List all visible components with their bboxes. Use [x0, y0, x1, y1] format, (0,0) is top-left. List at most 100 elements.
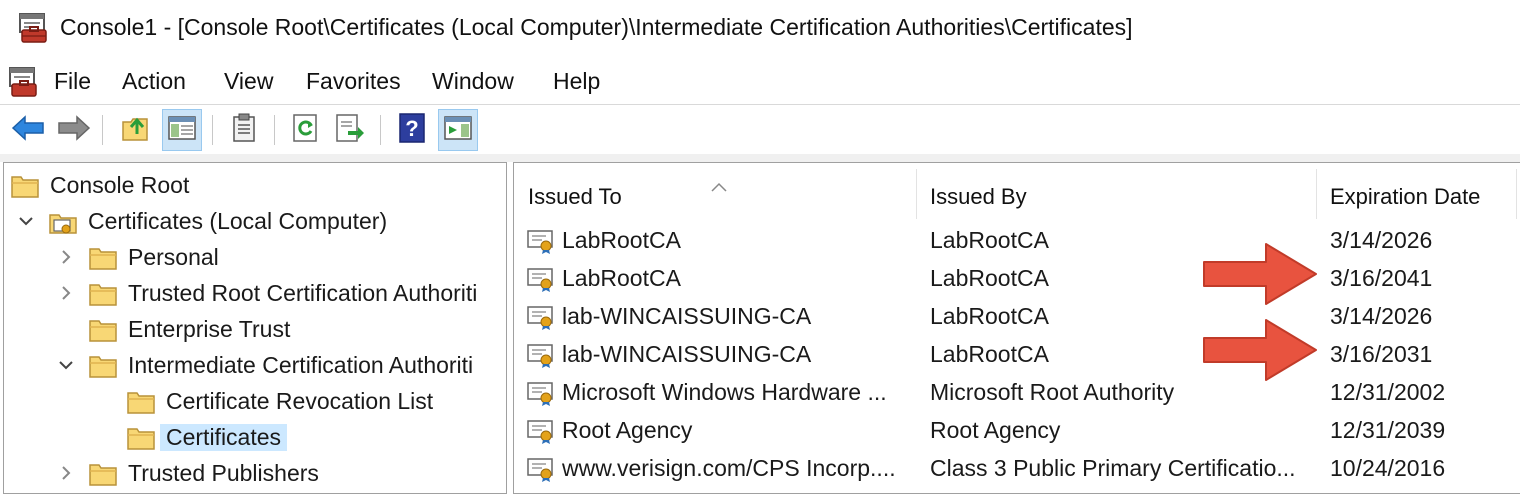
- tree-node[interactable]: Trusted Root Certification Authoriti: [4, 275, 504, 311]
- console-tree[interactable]: Console Root Certificates (Local Computer…: [3, 162, 507, 494]
- chevron-right-icon[interactable]: [56, 463, 76, 483]
- menu-view[interactable]: View: [224, 68, 273, 95]
- column-header-label: Issued By: [930, 184, 1027, 209]
- window-title: Console1 - [Console Root\Certificates (L…: [60, 14, 1133, 40]
- cell-issued-to: LabRootCA: [562, 265, 681, 291]
- certificate-row[interactable]: LabRootCA LabRootCA 3/16/2041: [514, 259, 1520, 297]
- annotation-arrow: [1203, 319, 1317, 381]
- cell-expiration-date: 3/14/2026: [1330, 227, 1433, 253]
- export-button[interactable]: [330, 109, 370, 151]
- toolbar-separator: [212, 115, 213, 145]
- folder-icon: [126, 425, 156, 457]
- tree-node[interactable]: Certificates (Local Computer): [4, 203, 504, 239]
- help-button[interactable]: ?: [392, 109, 432, 151]
- export-list-button[interactable]: [224, 109, 264, 151]
- refresh-button[interactable]: [286, 109, 326, 151]
- toolbar-separator: [274, 115, 275, 145]
- sort-ascending-icon: [710, 173, 728, 199]
- folder-icon: [126, 389, 156, 421]
- show-hide-action-pane-icon: [443, 115, 473, 146]
- column-header-label: Expiration Date: [1330, 184, 1481, 209]
- tree-node[interactable]: Console Root: [4, 167, 504, 203]
- certificate-icon: [526, 379, 556, 413]
- clipboard-icon: [231, 113, 257, 148]
- certificate-icon: [526, 303, 556, 337]
- tree-node-label: Trusted Root Certification Authoriti: [128, 280, 478, 306]
- pane-frame: [0, 154, 1520, 162]
- tree-node-label: Trusted Publishers: [128, 460, 319, 486]
- certificate-row[interactable]: Root Agency Root Agency 12/31/2039: [514, 411, 1520, 449]
- tree-node-label: Certificates: [160, 424, 288, 451]
- system-menu-icon[interactable]: [8, 66, 38, 103]
- tree-node-label: Intermediate Certification Authoriti: [128, 352, 474, 378]
- column-header-issued-to[interactable]: Issued To: [514, 173, 916, 221]
- certificate-row[interactable]: lab-WINCAISSUING-CA LabRootCA 3/16/2031: [514, 335, 1520, 373]
- folder-icon: [88, 281, 118, 313]
- chevron-down-icon[interactable]: [56, 355, 76, 375]
- folder-icon: [88, 461, 118, 493]
- certificate-icon: [526, 227, 556, 261]
- back-icon: [11, 114, 45, 146]
- up-one-level-button[interactable]: [116, 109, 156, 151]
- cell-issued-by: Root Agency: [930, 417, 1061, 443]
- tree-node[interactable]: Intermediate Certification Authoriti: [4, 347, 504, 383]
- up-folder-icon: [121, 114, 151, 147]
- cell-issued-by: Class 3 Public Primary Certificatio...: [930, 455, 1296, 481]
- toolbar-separator: [102, 115, 103, 145]
- mmc-app-icon: [18, 12, 48, 49]
- certificate-store-icon: [48, 209, 80, 243]
- menu-window[interactable]: Window: [432, 68, 514, 95]
- chevron-right-icon[interactable]: [56, 247, 76, 267]
- tree-node[interactable]: Enterprise Trust: [4, 311, 504, 347]
- tree-node[interactable]: Personal: [4, 239, 504, 275]
- tree-node-label: Personal: [128, 244, 219, 270]
- forward-button[interactable]: [54, 109, 94, 151]
- certificate-icon: [526, 455, 556, 489]
- certificate-row[interactable]: www.verisign.com/CPS Incorp.... Class 3 P…: [514, 449, 1520, 487]
- cell-issued-to: LabRootCA: [562, 227, 681, 253]
- cell-expiration-date: 12/31/2039: [1330, 417, 1446, 443]
- tree-node[interactable]: Certificate Revocation List: [4, 383, 504, 419]
- show-hide-console-tree-button[interactable]: [162, 109, 202, 151]
- column-divider[interactable]: [1516, 169, 1517, 219]
- column-header-expiration-date[interactable]: Expiration Date: [1316, 173, 1516, 221]
- export-icon: [334, 113, 366, 148]
- column-header-issued-by[interactable]: Issued By: [916, 173, 1316, 221]
- certificate-icon: [526, 417, 556, 451]
- tree-node-label: Console Root: [50, 172, 190, 198]
- cell-issued-to: Microsoft Windows Hardware ...: [562, 379, 887, 405]
- certificate-row[interactable]: lab-WINCAISSUING-CA LabRootCA 3/14/2026: [514, 297, 1520, 335]
- column-header-label: Issued To: [528, 184, 622, 209]
- show-hide-action-pane-button[interactable]: [438, 109, 478, 151]
- menu-help[interactable]: Help: [553, 68, 600, 95]
- cell-issued-to: www.verisign.com/CPS Incorp....: [562, 455, 896, 481]
- menu-favorites[interactable]: Favorites: [306, 68, 401, 95]
- tree-node[interactable]: Trusted Publishers: [4, 455, 504, 491]
- forward-icon: [57, 114, 91, 146]
- folder-icon: [88, 317, 118, 349]
- certificate-row[interactable]: LabRootCA LabRootCA 3/14/2026: [514, 221, 1520, 259]
- menu-action[interactable]: Action: [122, 68, 186, 95]
- cell-expiration-date: 3/14/2026: [1330, 303, 1433, 329]
- back-button[interactable]: [8, 109, 48, 151]
- tree-node[interactable]: Certificates: [4, 419, 504, 455]
- svg-text:?: ?: [405, 116, 418, 141]
- chevron-down-icon[interactable]: [16, 211, 36, 231]
- certificate-icon: [526, 341, 556, 375]
- certificate-list[interactable]: Issued To Issued By Expiration Date LabR…: [513, 162, 1520, 494]
- toolbar-separator: [380, 115, 381, 145]
- certificate-icon: [526, 265, 556, 299]
- tree-node-label: Certificates (Local Computer): [88, 208, 388, 234]
- folder-icon: [10, 173, 40, 205]
- help-icon: ?: [398, 112, 426, 148]
- cell-expiration-date: 3/16/2041: [1330, 265, 1433, 291]
- cell-issued-to: Root Agency: [562, 417, 693, 443]
- chevron-right-icon[interactable]: [56, 283, 76, 303]
- menu-file[interactable]: File: [54, 68, 91, 95]
- title-bar: Console1 - [Console Root\Certificates (L…: [0, 0, 1520, 60]
- folder-icon: [88, 245, 118, 277]
- annotation-arrow: [1203, 243, 1317, 305]
- certificate-row[interactable]: Microsoft Windows Hardware ... Microsoft …: [514, 373, 1520, 411]
- menu-bar: File Action View Favorites Window Help: [0, 60, 1520, 104]
- cell-expiration-date: 3/16/2031: [1330, 341, 1433, 367]
